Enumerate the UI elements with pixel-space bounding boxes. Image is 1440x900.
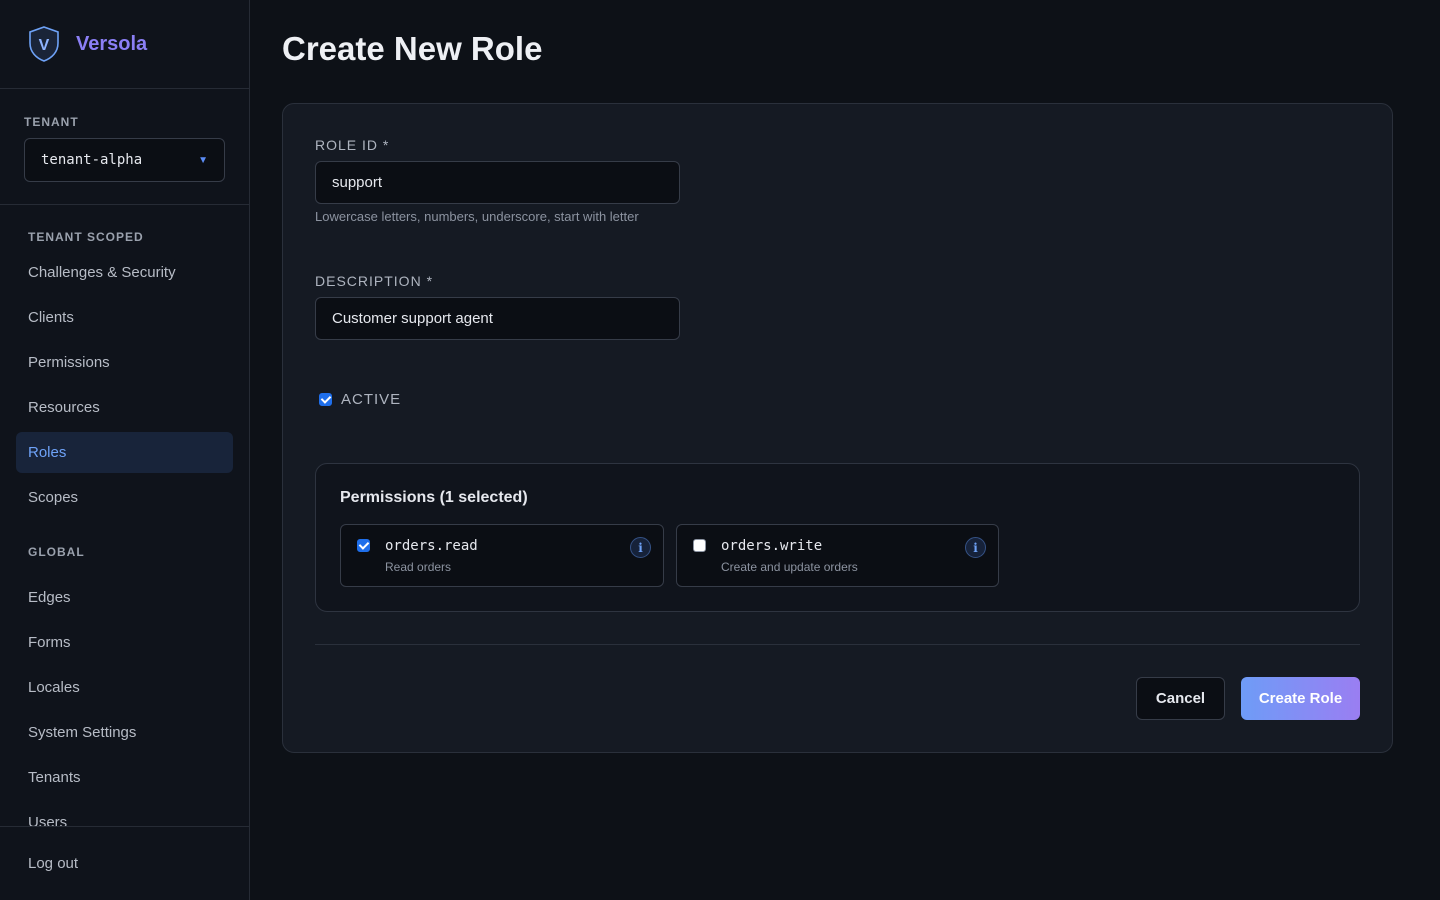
- page-title: Create New Role: [282, 30, 543, 67]
- sidebar-item-system-settings[interactable]: System Settings: [16, 712, 233, 753]
- sidebar-item-locales[interactable]: Locales: [16, 667, 233, 708]
- sidebar-item-permissions[interactable]: Permissions: [16, 342, 233, 383]
- description-input[interactable]: [315, 297, 680, 340]
- info-icon[interactable]: i: [965, 537, 986, 558]
- sidebar-item-forms[interactable]: Forms: [16, 622, 233, 663]
- active-checkbox[interactable]: [319, 393, 332, 406]
- sidebar-item-clients[interactable]: Clients: [16, 297, 233, 338]
- logout-link[interactable]: Log out: [28, 855, 78, 872]
- info-icon[interactable]: i: [630, 537, 651, 558]
- permission-checkbox[interactable]: [693, 539, 706, 552]
- brand[interactable]: V Versola: [0, 0, 249, 89]
- create-role-form: ROLE ID * Lowercase letters, numbers, un…: [282, 103, 1393, 753]
- permission-description: Read orders: [385, 560, 452, 574]
- logout-area: Log out: [0, 826, 249, 900]
- permission-card-orders-write[interactable]: orders.write Create and update orders i: [676, 524, 999, 587]
- create-role-button[interactable]: Create Role: [1241, 677, 1360, 720]
- nav-section-tenant-scoped: TENANT SCOPED: [28, 230, 144, 244]
- logo-letter: V: [39, 37, 50, 54]
- role-id-input[interactable]: [315, 161, 680, 204]
- sidebar-item-users[interactable]: Users: [16, 802, 233, 826]
- permissions-title: Permissions (1 selected): [340, 489, 528, 506]
- active-label: ACTIVE: [341, 391, 402, 408]
- form-divider: [315, 644, 1360, 645]
- sidebar-item-challenges-security[interactable]: Challenges & Security: [16, 252, 233, 293]
- sidebar-item-scopes[interactable]: Scopes: [16, 477, 233, 518]
- tenant-select-value: tenant-alpha: [41, 152, 143, 168]
- permission-description: Create and update orders: [721, 560, 858, 574]
- shield-logo-icon: V: [29, 26, 59, 62]
- sidebar-item-tenants[interactable]: Tenants: [16, 757, 233, 798]
- permission-name: orders.write: [721, 538, 823, 554]
- brand-name: Versola: [76, 32, 148, 55]
- tenant-select[interactable]: tenant-alpha ▼: [24, 138, 225, 182]
- role-id-hint: Lowercase letters, numbers, underscore, …: [315, 209, 639, 224]
- sidebar-item-edges[interactable]: Edges: [16, 577, 233, 618]
- permission-card-orders-read[interactable]: orders.read Read orders i: [340, 524, 664, 587]
- sidebar-nav: TENANT SCOPED Challenges & Security Clie…: [0, 205, 249, 826]
- active-toggle-row[interactable]: ACTIVE: [319, 391, 401, 408]
- sidebar-item-roles[interactable]: Roles: [16, 432, 233, 473]
- nav-section-global: GLOBAL: [28, 545, 85, 559]
- permissions-panel: Permissions (1 selected) orders.read Rea…: [315, 463, 1360, 612]
- sidebar-item-resources[interactable]: Resources: [16, 387, 233, 428]
- permission-checkbox[interactable]: [357, 539, 370, 552]
- tenant-selector-block: TENANT tenant-alpha ▼: [0, 89, 249, 205]
- role-id-label: ROLE ID *: [315, 137, 390, 153]
- description-label: DESCRIPTION *: [315, 273, 434, 289]
- cancel-button[interactable]: Cancel: [1136, 677, 1225, 720]
- permission-name: orders.read: [385, 538, 478, 554]
- sidebar: V Versola TENANT tenant-alpha ▼ TENANT S…: [0, 0, 250, 900]
- caret-down-icon: ▼: [198, 154, 208, 166]
- tenant-section-label: TENANT: [24, 115, 79, 129]
